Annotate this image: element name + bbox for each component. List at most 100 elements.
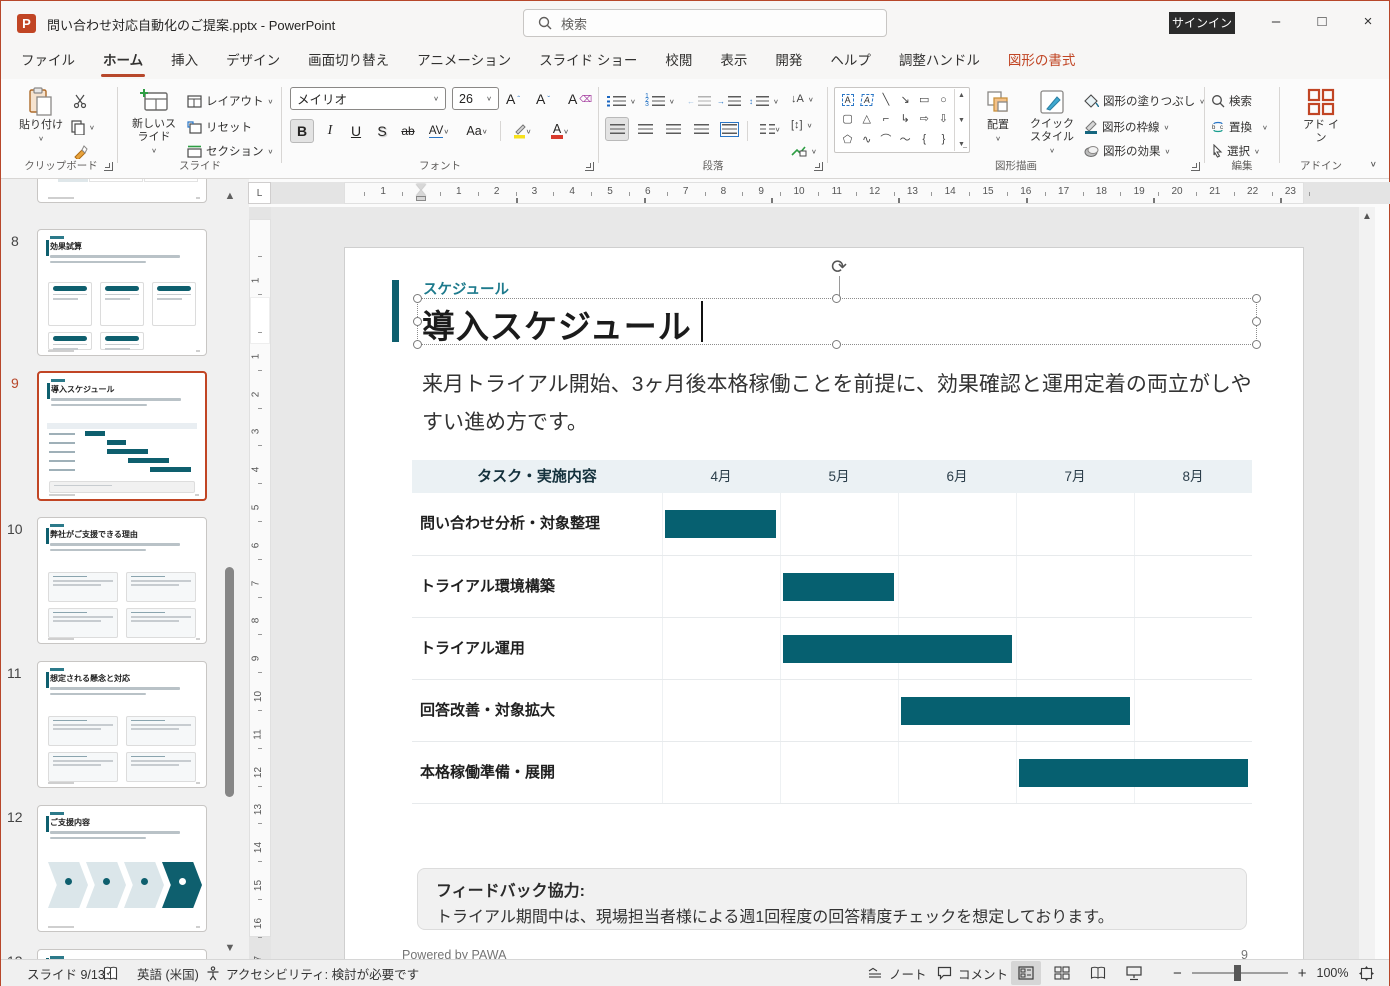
slide-sorter-view-button[interactable] [1047, 961, 1077, 985]
gantt-bar[interactable] [1019, 759, 1248, 787]
font-dialog-launcher[interactable] [585, 162, 594, 171]
tab-ホーム[interactable]: ホーム [91, 45, 155, 79]
font-color-button[interactable]: A∨ [544, 119, 576, 143]
gantt-row[interactable]: 本格稼働準備・展開 [412, 741, 1252, 803]
shape-arc-icon[interactable]: ⌒ [876, 128, 895, 150]
reading-view-button[interactable] [1083, 961, 1113, 985]
comments-toggle[interactable]: コメント [937, 960, 1008, 986]
indent-marker[interactable] [416, 184, 426, 201]
spellcheck-button[interactable] [103, 960, 118, 986]
slide-eyebrow[interactable]: スケジュール [423, 278, 509, 299]
bold-button[interactable]: B [290, 119, 314, 143]
shape-textbox-icon[interactable]: A [842, 94, 854, 106]
font-size-select[interactable]: 26∨ [452, 87, 499, 110]
slide-description[interactable]: 来月トライアル開始、3ヶ月後本格稼働ことを前提に、効果確認と運用定着の両立がしや… [422, 366, 1252, 442]
gantt-row[interactable]: トライアル運用 [412, 617, 1252, 679]
selection-handle-top-right[interactable] [1252, 294, 1261, 303]
zoom-level[interactable]: 100% [1317, 966, 1349, 980]
gantt-row[interactable]: 問い合わせ分析・対象整理 [412, 493, 1252, 555]
slide-thumbnail-12[interactable]: ご支援内容 [37, 805, 207, 932]
tab-校閲[interactable]: 校閲 [653, 45, 704, 79]
shape-left-brace-icon[interactable]: { [915, 128, 934, 150]
cut-button[interactable] [73, 89, 88, 113]
selection-handle-bottom-left[interactable] [413, 340, 422, 349]
tab-図形の書式[interactable]: 図形の書式 [996, 45, 1088, 79]
shape-fill-button[interactable]: 図形の塗りつぶし∨ [1084, 89, 1205, 113]
tab-調整ハンドル[interactable]: 調整ハンドル [887, 45, 992, 79]
gallery-more-icon[interactable]: ▼̲ [958, 141, 965, 148]
increase-font-button[interactable]: Aˆ [506, 87, 520, 111]
shape-rounded-rectangle-icon[interactable]: ▢ [838, 109, 857, 128]
selection-handle-middle-left[interactable] [413, 317, 422, 326]
gantt-bar[interactable] [783, 573, 894, 601]
character-spacing-button[interactable]: AV∨ [422, 119, 456, 143]
clipboard-dialog-launcher[interactable] [104, 162, 113, 171]
shape-line-icon[interactable]: ╲ [876, 90, 895, 109]
text-direction-button[interactable]: ↓A∨ [791, 87, 814, 111]
shape-elbow-icon[interactable]: ⌐ [876, 109, 895, 128]
strikethrough-button[interactable]: ab [396, 119, 420, 143]
canvas-scrollbar[interactable]: ▲ [1359, 207, 1375, 959]
shape-curve-icon[interactable]: 〜 [895, 128, 914, 150]
tab-画面切り替え[interactable]: 画面切り替え [296, 45, 401, 79]
tab-挿入[interactable]: 挿入 [159, 45, 210, 79]
shapes-gallery[interactable]: A A ╲ ↘ ▭ ○ ▢ △ ⌐ ↳ ⇨ ⇩ ⬠ ∿ ⌒ 〜 { } ▲▼▼̲ [834, 87, 970, 153]
underline-button[interactable]: U [344, 119, 368, 143]
shapes-gallery-scrollbar[interactable]: ▲ ▼ ▼̲ [954, 89, 968, 151]
language-button[interactable]: 英語 (米国) [137, 960, 199, 986]
selection-handle-middle-right[interactable] [1252, 317, 1261, 326]
slide-thumbnail-9[interactable]: 導入スケジュール [37, 371, 207, 501]
gantt-row[interactable]: 回答改善・対象拡大 [412, 679, 1252, 741]
zoom-slider-thumb[interactable] [1234, 965, 1241, 981]
slide-9[interactable]: スケジュール 導入スケジュール ⟳ 来月トライアル開始、3ヶ月後本格稼働ことを前… [344, 247, 1304, 967]
thumbnail-scroll-up-icon[interactable]: ▲ [223, 189, 237, 203]
search-input[interactable]: 検索 [523, 9, 887, 37]
align-left-button[interactable] [605, 117, 629, 141]
bullets-button[interactable]: ∨ [607, 89, 636, 113]
shape-outline-button[interactable]: 図形の枠線∨ [1084, 115, 1169, 139]
layout-button[interactable]: レイアウト∨ [187, 89, 273, 113]
quick-styles-button[interactable]: クイック スタイル∨ [1026, 85, 1078, 157]
notes-toggle[interactable]: ノート [867, 960, 927, 986]
gantt-table[interactable]: タスク・実施内容4月5月6月7月8月 問い合わせ分析・対象整理トライアル環境構築… [412, 460, 1252, 804]
highlight-color-button[interactable]: ∨ [506, 119, 538, 143]
italic-button[interactable]: I [318, 119, 342, 143]
feedback-callout[interactable]: フィードバック協力: トライアル期間中は、現場担当者様による週1回程度の回答精度… [417, 868, 1247, 930]
tab-ファイル[interactable]: ファイル [9, 45, 87, 79]
replace-button[interactable]: bc 置換∨ [1211, 115, 1268, 139]
reset-button[interactable]: リセット [187, 115, 252, 139]
gallery-up-icon[interactable]: ▲ [958, 92, 965, 99]
slide-thumbnail-13[interactable] [37, 949, 207, 959]
signin-button[interactable]: サインイン [1169, 12, 1235, 34]
slide-thumbnail-10[interactable]: 弊社がご支援できる理由 [37, 517, 207, 644]
slide-thumbnail-0[interactable] [37, 179, 207, 203]
increase-indent-button[interactable]: → [717, 89, 741, 113]
decrease-indent-button[interactable]: ← [687, 89, 711, 113]
zoom-in-button[interactable]: + [1298, 965, 1307, 982]
shape-down-arrow-icon[interactable]: ⇩ [934, 109, 953, 128]
gantt-bar[interactable] [901, 697, 1130, 725]
align-text-button[interactable]: [↕]∨ [791, 113, 812, 137]
tab-デザイン[interactable]: デザイン [214, 45, 292, 79]
shape-oval-icon[interactable]: ○ [934, 90, 953, 109]
slideshow-view-button[interactable] [1119, 961, 1149, 985]
shape-scribble-icon[interactable]: ∿ [857, 128, 876, 150]
slide-thumbnail-8[interactable]: 効果試算 [37, 229, 207, 356]
normal-view-button[interactable] [1011, 961, 1041, 985]
align-right-button[interactable] [661, 117, 685, 141]
selection-handle-top-center[interactable] [832, 294, 841, 303]
gantt-bar[interactable] [665, 510, 776, 538]
shape-rectangle-icon[interactable]: ▭ [915, 90, 934, 109]
shape-textbox-vertical-icon[interactable]: A [860, 94, 874, 106]
slide-thumbnail-11[interactable]: 想定される懸念と対応 [37, 661, 207, 788]
shape-freeform-icon[interactable]: ⬠ [838, 128, 857, 150]
thumbnail-scrollbar-thumb[interactable] [225, 567, 234, 797]
fit-to-window-icon[interactable] [1359, 966, 1374, 981]
decrease-font-button[interactable]: Aˇ [536, 87, 550, 111]
shape-right-brace-icon[interactable]: } [934, 128, 953, 150]
slide-indicator[interactable]: スライド 9/13 [27, 960, 105, 986]
gallery-down-icon[interactable]: ▼ [958, 117, 965, 124]
justify-button[interactable] [689, 117, 713, 141]
shape-elbow-arrow-icon[interactable]: ↳ [895, 109, 914, 128]
shape-triangle-icon[interactable]: △ [857, 109, 876, 128]
